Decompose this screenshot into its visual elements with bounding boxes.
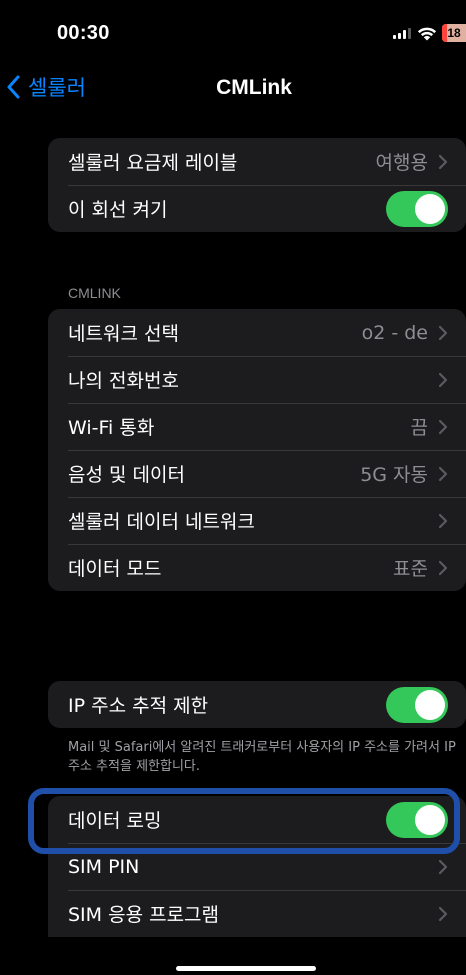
ip-tracking-footnote: Mail 및 Safari에서 알려진 트래커로부터 사용자의 IP 주소를 가… (68, 740, 456, 774)
cmlink-settings-group: 네트워크 선택 o2 - de 나의 전화번호 Wi-Fi 통화 끔 음성 및 … (48, 309, 466, 591)
turn-on-line-row: 이 회선 켜기 (48, 185, 466, 232)
row-value: 여행용 (375, 152, 428, 174)
row-value: 끔 (410, 417, 428, 439)
row-label: 셀룰러 데이터 네트워크 (68, 511, 255, 533)
status-bar: 00:30 18 (32, 0, 466, 64)
chevron-right-icon (438, 325, 448, 340)
plan-settings-group: 셀룰러 요금제 레이블 여행용 이 회선 켜기 (48, 138, 466, 232)
chevron-right-icon (438, 372, 448, 387)
row-label: SIM 응용 프로그램 (68, 904, 220, 926)
chevron-right-icon (438, 906, 448, 921)
wifi-icon (417, 27, 437, 41)
chevron-left-icon (7, 75, 20, 99)
row-value: 표준 (393, 558, 428, 580)
status-time: 00:30 (57, 22, 110, 44)
sim-applications-row[interactable]: SIM 응용 프로그램 (48, 890, 466, 937)
data-mode-row[interactable]: 데이터 모드 표준 (48, 544, 466, 591)
network-selection-row[interactable]: 네트워크 선택 o2 - de (48, 309, 466, 356)
home-indicator[interactable] (176, 966, 316, 971)
battery-percent: 18 (447, 26, 461, 40)
row-value: o2 - de (361, 321, 428, 344)
row-label: IP 주소 추적 제한 (68, 695, 209, 717)
chevron-right-icon (438, 154, 448, 169)
ip-tracking-group: IP 주소 추적 제한 (48, 681, 466, 728)
navigation-bar: 셀룰러 CMLink (7, 66, 466, 110)
row-label: Wi-Fi 통화 (68, 417, 155, 439)
row-label: 셀룰러 요금제 레이블 (68, 152, 238, 174)
cellular-data-network-row[interactable]: 셀룰러 데이터 네트워크 (48, 497, 466, 544)
cellular-plan-label-row[interactable]: 셀룰러 요금제 레이블 여행용 (48, 138, 466, 185)
chevron-right-icon (438, 560, 448, 575)
chevron-right-icon (438, 419, 448, 434)
battery-icon: 18 (442, 24, 466, 42)
row-label: 이 회선 켜기 (68, 199, 168, 221)
row-value: 5G 자동 (360, 464, 428, 486)
row-label: 네트워크 선택 (68, 323, 179, 345)
limit-ip-tracking-row: IP 주소 추적 제한 (48, 681, 466, 728)
voice-data-row[interactable]: 음성 및 데이터 5G 자동 (48, 450, 466, 497)
wifi-calling-row[interactable]: Wi-Fi 통화 끔 (48, 403, 466, 450)
chevron-right-icon (438, 859, 448, 874)
phone-screen: 00:30 18 셀룰러 CMLink 셀룰러 요금제 레이블 여행용 이 회선… (7, 0, 466, 975)
row-label: SIM PIN (68, 855, 140, 878)
row-label: 음성 및 데이터 (68, 464, 185, 486)
data-roaming-highlight-box (28, 788, 460, 854)
chevron-right-icon (438, 513, 448, 528)
my-number-row[interactable]: 나의 전화번호 (48, 356, 466, 403)
row-label: 나의 전화번호 (68, 370, 179, 392)
limit-ip-tracking-toggle[interactable] (386, 686, 448, 723)
page-title: CMLink (216, 76, 292, 99)
turn-on-line-toggle[interactable] (386, 190, 448, 227)
section-header: CMLINK (68, 285, 121, 301)
chevron-right-icon (438, 466, 448, 481)
cellular-signal-icon (393, 28, 411, 39)
row-label: 데이터 모드 (68, 558, 162, 580)
